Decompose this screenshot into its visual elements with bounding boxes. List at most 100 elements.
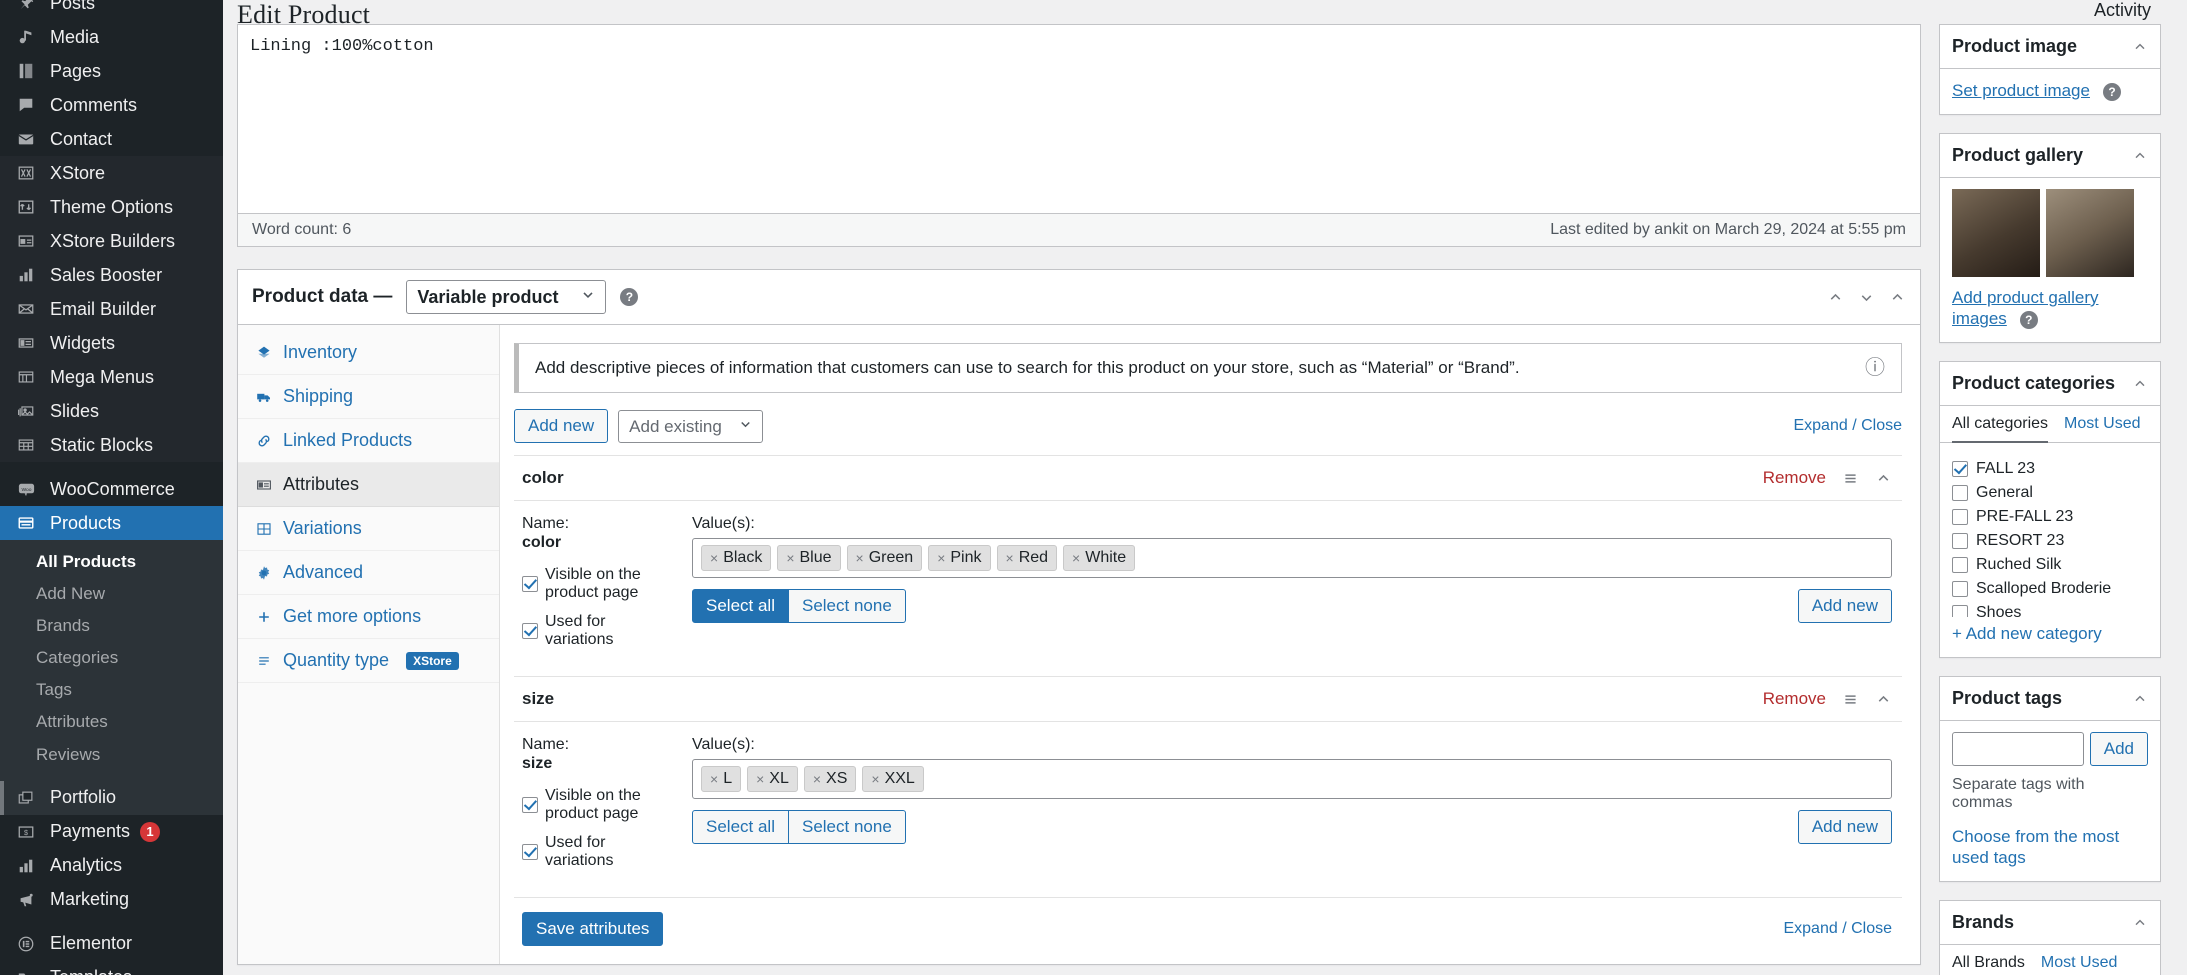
remove-token-icon[interactable]: × <box>786 550 794 566</box>
category-checkbox[interactable] <box>1952 605 1968 617</box>
variations-checkbox-row[interactable]: Used for variations <box>522 613 672 649</box>
submenu-item-add-new[interactable]: Add New <box>0 578 223 610</box>
sidebar-item-pages[interactable]: Pages <box>0 54 223 88</box>
chevron-up-icon[interactable] <box>2132 691 2148 707</box>
select-all-button[interactable]: Select all <box>692 810 789 844</box>
visible-checkbox[interactable] <box>522 576 538 592</box>
submenu-item-categories[interactable]: Categories <box>0 642 223 674</box>
sidebar-item-elementor[interactable]: Elementor <box>0 927 223 961</box>
sidebar-item-xstore-builders[interactable]: XStore Builders <box>0 224 223 258</box>
tab-most-used-categories[interactable]: Most Used <box>2064 406 2140 443</box>
select-none-button[interactable]: Select none <box>788 810 906 844</box>
tab-linked-products[interactable]: Linked Products <box>238 419 499 463</box>
remove-token-icon[interactable]: × <box>871 771 879 787</box>
category-item[interactable]: PRE-FALL 23 <box>1952 505 2148 529</box>
chevron-up-icon[interactable] <box>2132 915 2148 931</box>
sidebar-item-woocommerce[interactable]: Woo WooCommerce <box>0 472 223 506</box>
sidebar-item-portfolio[interactable]: Portfolio <box>0 780 223 815</box>
sidebar-item-email-builder[interactable]: Email Builder <box>0 292 223 326</box>
remove-token-icon[interactable]: × <box>937 550 945 566</box>
sidebar-item-analytics[interactable]: Analytics <box>0 849 223 883</box>
product-type-select[interactable]: Variable product <box>406 280 607 314</box>
sidebar-item-products[interactable]: Products <box>0 506 223 540</box>
remove-token-icon[interactable]: × <box>710 771 718 787</box>
sidebar-item-sales-booster[interactable]: Sales Booster <box>0 258 223 292</box>
variations-checkbox-row[interactable]: Used for variations <box>522 834 672 870</box>
category-checkbox[interactable] <box>1952 461 1968 477</box>
sidebar-item-mega-menus[interactable]: Mega Menus <box>0 360 223 394</box>
gallery-thumb[interactable] <box>2046 189 2134 277</box>
activity-label[interactable]: Activity <box>2094 0 2151 21</box>
add-new-value-button[interactable]: Add new <box>1797 589 1892 623</box>
categories-list[interactable]: FALL 23 General PRE-FALL 23 RESORT 23 Ru… <box>1940 449 2160 617</box>
sidebar-item-slides[interactable]: Slides <box>0 394 223 428</box>
value-token[interactable]: × XL <box>747 766 798 792</box>
submenu-item-reviews[interactable]: Reviews <box>0 739 223 771</box>
variations-checkbox[interactable] <box>522 623 538 639</box>
save-attributes-button[interactable]: Save attributes <box>522 912 664 946</box>
value-token[interactable]: × White <box>1063 545 1136 571</box>
tab-advanced[interactable]: Advanced <box>238 551 499 595</box>
category-checkbox[interactable] <box>1952 533 1968 549</box>
category-item[interactable]: General <box>1952 481 2148 505</box>
expand-close-bottom-link[interactable]: Expand / Close <box>1783 920 1892 938</box>
tab-all-brands[interactable]: All Brands <box>1952 945 2025 975</box>
help-icon[interactable]: ? <box>620 288 639 306</box>
tab-variations[interactable]: Variations <box>238 507 499 551</box>
move-down-button[interactable] <box>1858 289 1875 306</box>
choose-most-used-tags-link[interactable]: Choose from the most used tags <box>1952 827 2119 867</box>
remove-token-icon[interactable]: × <box>813 771 821 787</box>
add-tag-button[interactable]: Add <box>2089 732 2148 766</box>
tab-most-used-brands[interactable]: Most Used <box>2041 945 2117 975</box>
value-token[interactable]: × Red <box>996 545 1058 571</box>
gallery-thumb[interactable] <box>1952 189 2040 277</box>
sidebar-item-static-blocks[interactable]: Static Blocks <box>0 428 223 462</box>
submenu-item-attributes[interactable]: Attributes <box>0 706 223 738</box>
remove-token-icon[interactable]: × <box>1006 550 1014 566</box>
remove-attribute-link[interactable]: Remove <box>1763 689 1826 709</box>
category-item[interactable]: RESORT 23 <box>1952 529 2148 553</box>
collapse-attribute-icon[interactable] <box>1875 691 1892 708</box>
sidebar-item-marketing[interactable]: Marketing <box>0 883 223 917</box>
select-none-button[interactable]: Select none <box>788 589 906 623</box>
tab-attributes[interactable]: Attributes <box>238 463 499 507</box>
category-item[interactable]: Ruched Silk <box>1952 553 2148 577</box>
sidebar-item-posts[interactable]: Posts <box>0 0 223 20</box>
visible-checkbox-row[interactable]: Visible on the product page <box>522 566 672 602</box>
drag-handle-icon[interactable] <box>1842 470 1859 487</box>
category-checkbox[interactable] <box>1952 581 1968 597</box>
category-checkbox[interactable] <box>1952 485 1968 501</box>
value-token[interactable]: × XXL <box>862 766 924 792</box>
category-item[interactable]: FALL 23 <box>1952 457 2148 481</box>
visible-checkbox-row[interactable]: Visible on the product page <box>522 787 672 823</box>
submenu-item-tags[interactable]: Tags <box>0 674 223 706</box>
move-up-button[interactable] <box>1827 289 1844 306</box>
remove-token-icon[interactable]: × <box>756 771 764 787</box>
chevron-up-icon[interactable] <box>2132 148 2148 164</box>
sidebar-item-templates[interactable]: Templates <box>0 961 223 975</box>
editor-content[interactable]: Lining :100%cotton <box>238 25 1920 213</box>
category-checkbox[interactable] <box>1952 509 1968 525</box>
tab-quantity-type[interactable]: Quantity type XStore <box>238 639 499 683</box>
tab-all-categories[interactable]: All categories <box>1952 406 2049 443</box>
sidebar-item-contact[interactable]: Contact <box>0 122 223 156</box>
sidebar-item-xstore[interactable]: XStore <box>0 156 223 190</box>
value-token[interactable]: × Green <box>846 545 923 571</box>
add-new-value-button[interactable]: Add new <box>1797 810 1892 844</box>
add-new-attribute-button[interactable]: Add new <box>514 409 609 443</box>
remove-attribute-link[interactable]: Remove <box>1763 468 1826 488</box>
set-product-image-link[interactable]: Set product image <box>1952 81 2090 100</box>
remove-token-icon[interactable]: × <box>856 550 864 566</box>
remove-token-icon[interactable]: × <box>710 550 718 566</box>
tab-get-more-options[interactable]: Get more options <box>238 595 499 639</box>
sidebar-item-comments[interactable]: Comments <box>0 88 223 122</box>
remove-token-icon[interactable]: × <box>1072 550 1080 566</box>
sidebar-item-media[interactable]: Media <box>0 20 223 54</box>
value-token[interactable]: × Pink <box>928 545 991 571</box>
chevron-up-icon[interactable] <box>2132 39 2148 55</box>
add-existing-attribute-select[interactable]: Add existing <box>618 409 764 443</box>
tab-inventory[interactable]: Inventory <box>238 331 499 375</box>
close-icon[interactable]: ⓘ <box>1865 358 1885 378</box>
values-token-field[interactable]: × Black × Blue × Green × Pink × Red × White <box>692 538 1892 578</box>
value-token[interactable]: × XS <box>803 766 857 792</box>
